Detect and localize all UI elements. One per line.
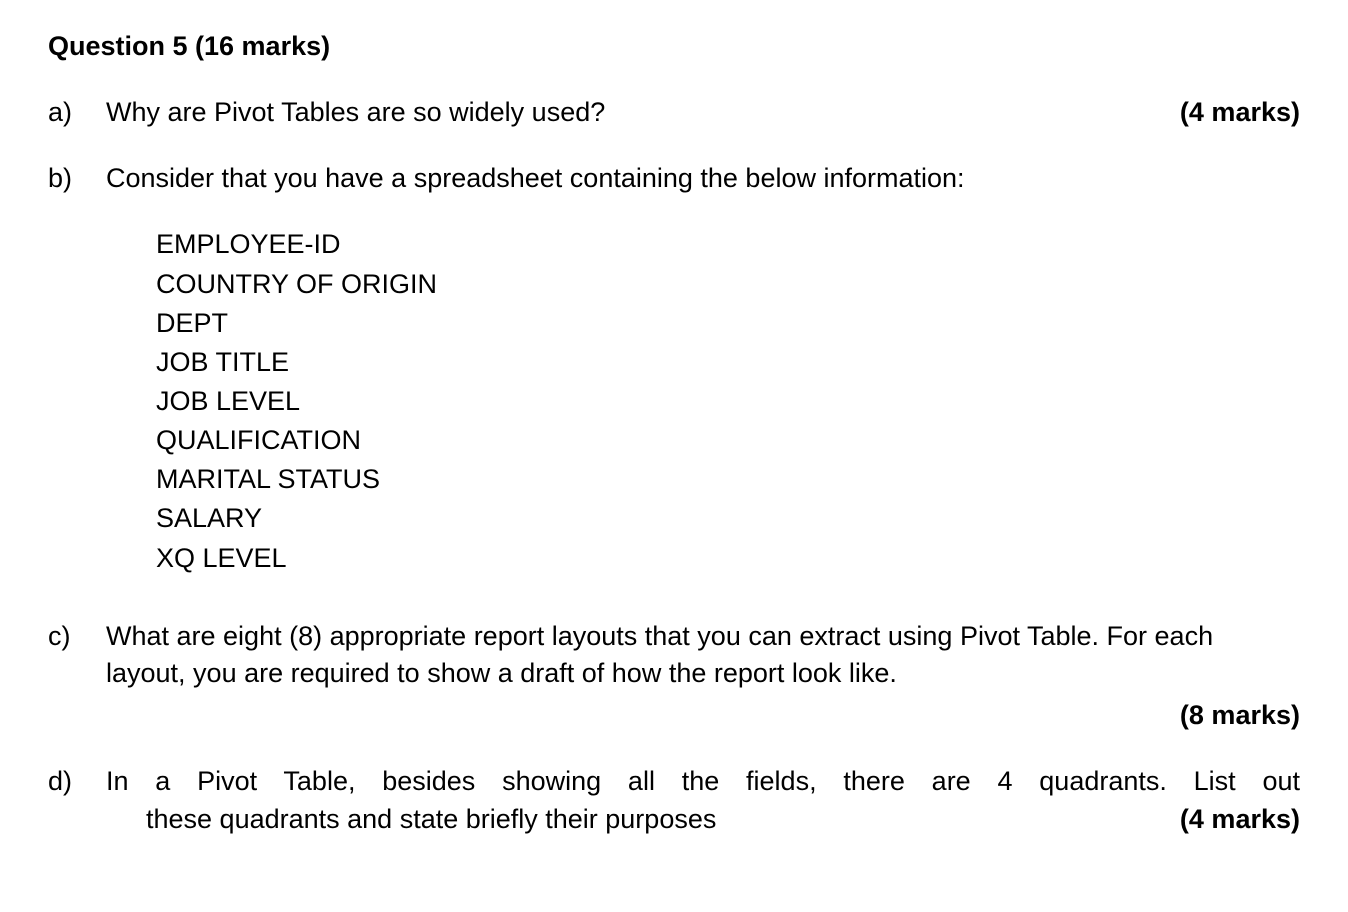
part-d-marks: (4 marks) — [1180, 801, 1300, 839]
part-a-label: a) — [48, 94, 106, 132]
part-d-line2-row: these quadrants and state briefly their … — [106, 801, 1300, 839]
part-c-marks: (8 marks) — [106, 697, 1300, 735]
part-a-text: Why are Pivot Tables are so widely used? — [106, 94, 1180, 132]
part-b-text: Consider that you have a spreadsheet con… — [106, 160, 1300, 198]
field-item: JOB TITLE — [156, 343, 1300, 382]
field-item: JOB LEVEL — [156, 382, 1300, 421]
field-item: XQ LEVEL — [156, 539, 1300, 578]
part-d-body: In a Pivot Table, besides showing all th… — [106, 763, 1300, 839]
field-item: MARITAL STATUS — [156, 460, 1300, 499]
part-c-label: c) — [48, 618, 106, 735]
field-item: EMPLOYEE-ID — [156, 225, 1300, 264]
part-c-body: What are eight (8) appropriate report la… — [106, 618, 1300, 735]
part-b-body: Consider that you have a spreadsheet con… — [106, 160, 1300, 578]
part-b: b) Consider that you have a spreadsheet … — [48, 160, 1300, 578]
field-item: SALARY — [156, 499, 1300, 538]
field-item: COUNTRY OF ORIGIN — [156, 265, 1300, 304]
part-d-line2: these quadrants and state briefly their … — [146, 801, 716, 839]
part-c: c) What are eight (8) appropriate report… — [48, 618, 1300, 735]
field-item: QUALIFICATION — [156, 421, 1300, 460]
field-list: EMPLOYEE-ID COUNTRY OF ORIGIN DEPT JOB T… — [106, 225, 1300, 577]
part-d: d) In a Pivot Table, besides showing all… — [48, 763, 1300, 839]
part-b-label: b) — [48, 160, 106, 578]
part-a-body: Why are Pivot Tables are so widely used?… — [106, 94, 1300, 132]
part-a-marks: (4 marks) — [1180, 94, 1300, 132]
part-d-line1: In a Pivot Table, besides showing all th… — [106, 763, 1300, 801]
part-c-text: What are eight (8) appropriate report la… — [106, 618, 1300, 694]
field-item: DEPT — [156, 304, 1300, 343]
part-a: a) Why are Pivot Tables are so widely us… — [48, 94, 1300, 132]
question-heading: Question 5 (16 marks) — [48, 28, 1300, 66]
part-d-label: d) — [48, 763, 106, 839]
